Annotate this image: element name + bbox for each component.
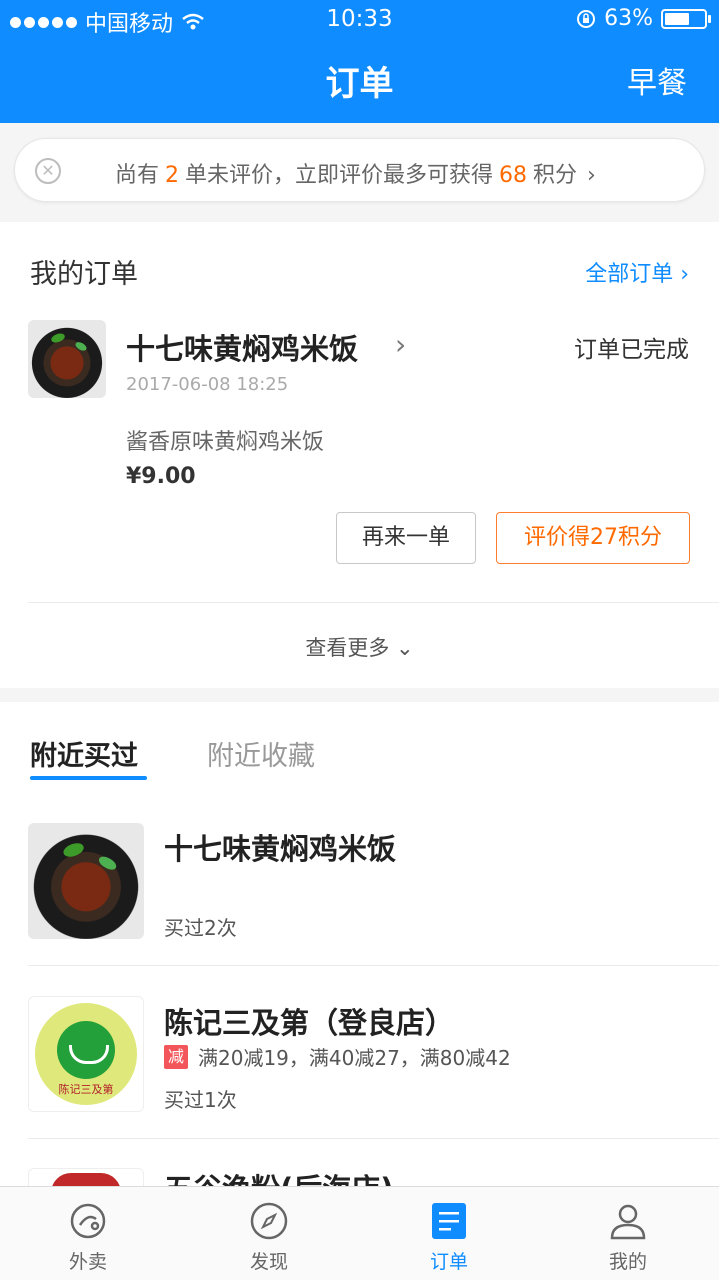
- all-orders-link[interactable]: 全部订单 ›: [585, 256, 689, 288]
- tab-takeout[interactable]: 外卖: [28, 1187, 148, 1280]
- review-notice-text: 尚有 2 单未评价，立即评价最多可获得 68 积分 ›: [115, 157, 596, 189]
- tab-label: 我的: [608, 1251, 647, 1273]
- order-time: 2017-06-08 18:25: [126, 374, 289, 395]
- tab-label: 外卖: [68, 1251, 107, 1273]
- tab-label: 发现: [249, 1251, 288, 1273]
- top-header: 中国移动 10:33 63% 订单 早餐: [0, 0, 719, 123]
- shop-logo[interactable]: 陈记三及第: [28, 996, 144, 1112]
- my-orders-section: 我的订单 全部订单 › 十七味黄焖鸡米饭 › 订单已完成 2017-06-08 …: [0, 222, 719, 688]
- notice-points: 68: [499, 163, 528, 188]
- compass-icon: [250, 1202, 288, 1240]
- chevron-right-icon: ›: [587, 163, 596, 188]
- shop-name[interactable]: 陈记三及第（登良店）: [164, 1000, 454, 1042]
- chevron-right-icon[interactable]: ›: [395, 328, 406, 361]
- user-icon: [610, 1204, 646, 1240]
- promo-info: 减 满20减19，满40减27，满80减42: [164, 1042, 511, 1071]
- status-bar: 中国移动 10:33 63%: [0, 0, 719, 40]
- discount-tag: 减: [164, 1044, 188, 1069]
- tab-nearby-favorites[interactable]: 附近收藏: [207, 734, 315, 773]
- tab-discover[interactable]: 发现: [209, 1187, 329, 1280]
- tab-orders[interactable]: 订单: [389, 1187, 509, 1280]
- breakfast-button[interactable]: 早餐: [627, 58, 687, 102]
- notice-prefix: 尚有: [115, 163, 160, 188]
- battery-icon: [661, 8, 711, 29]
- order-status: 订单已完成: [574, 337, 689, 363]
- bottom-tab-bar: 外卖 发现 订单 我的: [0, 1186, 719, 1280]
- bowl-logo-icon: 陈记三及第: [35, 1003, 137, 1105]
- bought-count: 买过2次: [164, 916, 237, 940]
- my-orders-title: 我的订单: [30, 259, 138, 290]
- rotation-lock-icon: [577, 9, 596, 28]
- divider: [28, 965, 719, 966]
- order-list-icon: [432, 1203, 466, 1239]
- order-price: ¥9.00: [126, 464, 196, 489]
- divider: [28, 1138, 719, 1139]
- page-title: 订单: [325, 64, 394, 104]
- tab-label: 订单: [429, 1251, 468, 1273]
- divider: [28, 602, 719, 603]
- close-icon[interactable]: ✕: [35, 158, 61, 184]
- order-shop-name[interactable]: 十七味黄焖鸡米饭: [126, 326, 358, 368]
- order-item: 酱香原味黄焖鸡米饭: [126, 430, 325, 455]
- notice-middle: 单未评价，立即评价最多可获得: [185, 163, 494, 188]
- rate-order-button[interactable]: 评价得27积分: [496, 512, 690, 564]
- shop-image[interactable]: [28, 823, 144, 939]
- notice-suffix: 积分: [533, 163, 578, 188]
- tab-mine[interactable]: 我的: [568, 1187, 688, 1280]
- notice-count: 2: [165, 163, 180, 188]
- review-notice-banner[interactable]: ✕ 尚有 2 单未评价，立即评价最多可获得 68 积分 ›: [14, 138, 705, 202]
- tab-nearby-bought[interactable]: 附近买过: [30, 734, 138, 773]
- order-shop-image[interactable]: [28, 320, 106, 398]
- battery-percent: 63%: [604, 6, 653, 31]
- reorder-button[interactable]: 再来一单: [336, 512, 476, 564]
- nearby-section: 附近买过 附近收藏 十七味黄焖鸡米饭 买过2次 陈记三及第 陈记三及第（登良店）…: [0, 702, 719, 1192]
- view-more-button[interactable]: 查看更多 ⌄: [0, 632, 719, 662]
- battery-info: 63%: [576, 6, 711, 31]
- active-tab-indicator: [30, 776, 147, 780]
- shop-name[interactable]: 十七味黄焖鸡米饭: [164, 826, 396, 868]
- logo-text: 陈记三及第: [58, 1083, 114, 1096]
- takeout-icon: [70, 1203, 106, 1239]
- promo-text: 满20减19，满40减27，满80减42: [198, 1046, 511, 1070]
- bought-count: 买过1次: [164, 1088, 237, 1112]
